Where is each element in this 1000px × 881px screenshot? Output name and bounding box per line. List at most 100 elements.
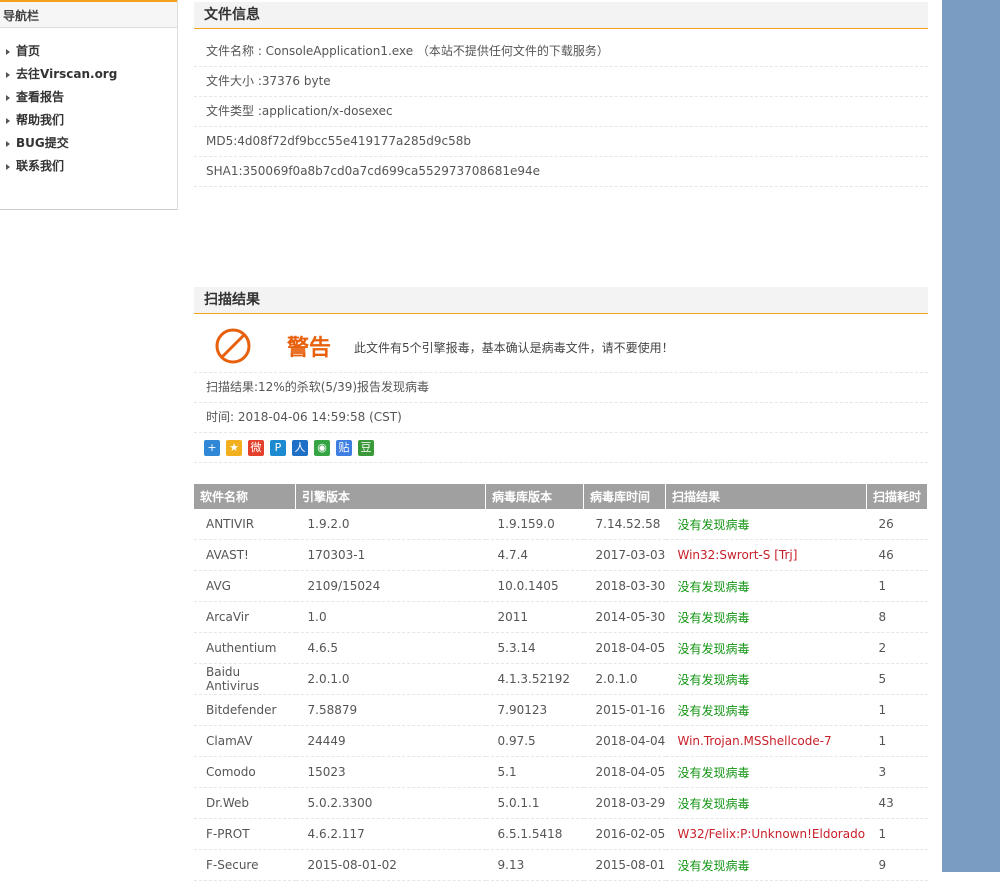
share-renren-icon[interactable]: 人 — [292, 440, 308, 456]
col-db-time[interactable]: 病毒库时间 — [583, 484, 666, 509]
sidebar-nav: 首页 去往Virscan.org 查看报告 帮助我们 BUG提交 联系我们 — [0, 28, 177, 178]
file-sha1: SHA1:350069f0a8b7cd0a7cd699ca55297370868… — [194, 157, 928, 187]
cell-db-time: 2015-01-16 — [583, 694, 666, 726]
cell-time: 8 — [866, 601, 928, 633]
cell-name: F-Secure — [194, 849, 296, 881]
cell-time: 9 — [866, 849, 928, 881]
table-row: Dr.Web 5.0.2.3300 5.0.1.1 2018-03-29 没有发现病毒 4… — [194, 787, 928, 819]
sidebar: 导航栏 首页 去往Virscan.org 查看报告 帮助我们 BUG提交 联系我… — [0, 0, 178, 210]
warning-banner: 警告 此文件有5个引擎报毒，基本确认是病毒文件，请不要使用！ — [194, 314, 928, 373]
cell-db: 7.90123 — [485, 694, 584, 726]
cell-result: 没有发现病毒 — [665, 601, 867, 633]
right-rail — [942, 0, 1000, 872]
cell-time: 2 — [866, 632, 928, 664]
cell-db-time: 2018-03-29 — [583, 787, 666, 819]
sidebar-item-help[interactable]: 帮助我们 — [6, 109, 177, 132]
cell-time: 5 — [866, 663, 928, 695]
table-row: ArcaVir 1.0 2011 2014-05-30 没有发现病毒 8 — [194, 601, 928, 633]
cell-time: 1 — [866, 818, 928, 850]
sidebar-item-bug[interactable]: BUG提交 — [6, 132, 177, 155]
cell-engine: 4.6.5 — [295, 632, 486, 664]
arrow-right-icon — [6, 117, 10, 124]
table-row: F-Secure 2015-08-01-02 9.13 2015-08-01 没有发现病… — [194, 849, 928, 881]
cell-db-time: 2015-08-01 — [583, 849, 666, 881]
cell-db-time: 2018-04-05 — [583, 632, 666, 664]
cell-db: 2011 — [485, 601, 584, 633]
cell-name: AVG — [194, 570, 296, 602]
cell-result: Win32:Swrort-S [Trj] — [665, 539, 867, 571]
cell-result: 没有发现病毒 — [665, 632, 867, 664]
cell-result: 没有发现病毒 — [665, 756, 867, 788]
share-pengyou-icon[interactable]: P — [270, 440, 286, 456]
main-content: 文件信息 文件名称 : ConsoleApplication1.exe （本站不… — [194, 0, 928, 881]
arrow-right-icon — [6, 94, 10, 101]
table-row: F-PROT 4.6.2.117 6.5.1.5418 2016-02-05 W32/F… — [194, 818, 928, 850]
share-weibo-icon[interactable]: 微 — [248, 440, 264, 456]
share-bar: + ★ 微 P 人 ◉ 贴豆 — [194, 433, 928, 463]
share-qzone-icon[interactable]: ★ — [226, 440, 242, 456]
share-more-icon[interactable]: + — [204, 440, 220, 456]
table-row: AVAST! 170303-1 4.7.4 2017-03-03 Win32:Swror… — [194, 539, 928, 571]
share-wechat-icon[interactable]: ◉ — [314, 440, 330, 456]
cell-result: 没有发现病毒 — [665, 694, 867, 726]
cell-time: 43 — [866, 787, 928, 819]
sidebar-item-home[interactable]: 首页 — [6, 40, 177, 63]
cell-db: 4.7.4 — [485, 539, 584, 571]
col-name[interactable]: 软件名称 — [194, 484, 296, 509]
cell-result: W32/Felix:P:Unknown!Eldorado — [665, 818, 867, 850]
cell-engine: 2015-08-01-02 — [295, 849, 486, 881]
col-db-version[interactable]: 病毒库版本 — [485, 484, 584, 509]
cell-result: Win.Trojan.MSShellcode-7 — [665, 725, 867, 757]
cell-result: 没有发现病毒 — [665, 787, 867, 819]
cell-engine: 5.0.2.3300 — [295, 787, 486, 819]
cell-time: 1 — [866, 694, 928, 726]
cell-engine: 2.0.1.0 — [295, 663, 486, 695]
cell-name: ANTIVIR — [194, 509, 296, 540]
file-info-heading: 文件信息 — [194, 2, 928, 29]
file-md5: MD5:4d08f72df9bcc55e419177a285d9c58b — [194, 127, 928, 157]
cell-name: F-PROT — [194, 818, 296, 850]
cell-time: 1 — [866, 725, 928, 757]
share-douban-icon[interactable]: 豆 — [358, 440, 374, 456]
prohibited-icon — [215, 328, 251, 364]
cell-engine: 7.58879 — [295, 694, 486, 726]
cell-result: 没有发现病毒 — [665, 663, 867, 695]
file-name: 文件名称 : ConsoleApplication1.exe （本站不提供任何文… — [194, 37, 928, 67]
share-tieba-icon[interactable]: 贴 — [336, 440, 352, 456]
arrow-right-icon — [6, 48, 10, 55]
cell-db-time: 2016-02-05 — [583, 818, 666, 850]
cell-db: 5.3.14 — [485, 632, 584, 664]
cell-engine: 2109/15024 — [295, 570, 486, 602]
scan-heading: 扫描结果 — [194, 287, 928, 314]
file-size: 文件大小 :37376 byte — [194, 67, 928, 97]
cell-db: 5.1 — [485, 756, 584, 788]
scan-results-table: 软件名称 引擎版本 病毒库版本 病毒库时间 扫描结果 扫描耗时 ANTIVIR 1… — [194, 484, 928, 881]
scan-time: 时间: 2018-04-06 14:59:58 (CST) — [194, 403, 928, 433]
cell-result: 没有发现病毒 — [665, 570, 867, 602]
table-row: Comodo 15023 5.1 2018-04-05 没有发现病毒 3 — [194, 756, 928, 788]
cell-db-time: 2018-04-05 — [583, 756, 666, 788]
cell-time: 26 — [866, 509, 928, 540]
col-result[interactable]: 扫描结果 — [665, 484, 867, 509]
sidebar-item-contact[interactable]: 联系我们 — [6, 155, 177, 178]
cell-time: 3 — [866, 756, 928, 788]
col-engine[interactable]: 引擎版本 — [295, 484, 486, 509]
sidebar-item-virscan[interactable]: 去往Virscan.org — [6, 63, 177, 86]
scan-summary: 扫描结果:12%的杀软(5/39)报告发现病毒 — [194, 373, 928, 403]
cell-name: ClamAV — [194, 725, 296, 757]
cell-db-time: 7.14.52.58 — [583, 509, 666, 540]
table-header-row: 软件名称 引擎版本 病毒库版本 病毒库时间 扫描结果 扫描耗时 — [194, 484, 928, 509]
cell-time: 46 — [866, 539, 928, 571]
warning-text: 此文件有5个引擎报毒，基本确认是病毒文件，请不要使用！ — [354, 341, 674, 355]
cell-name: Comodo — [194, 756, 296, 788]
cell-engine: 15023 — [295, 756, 486, 788]
cell-db-time: 2017-03-03 — [583, 539, 666, 571]
sidebar-item-reports[interactable]: 查看报告 — [6, 86, 177, 109]
cell-db: 10.0.1405 — [485, 570, 584, 602]
cell-db-time: 2018-04-04 — [583, 725, 666, 757]
cell-db: 5.0.1.1 — [485, 787, 584, 819]
cell-engine: 1.9.2.0 — [295, 509, 486, 540]
cell-name: AVAST! — [194, 539, 296, 571]
file-type: 文件类型 :application/x-dosexec — [194, 97, 928, 127]
col-duration[interactable]: 扫描耗时 — [866, 484, 928, 509]
